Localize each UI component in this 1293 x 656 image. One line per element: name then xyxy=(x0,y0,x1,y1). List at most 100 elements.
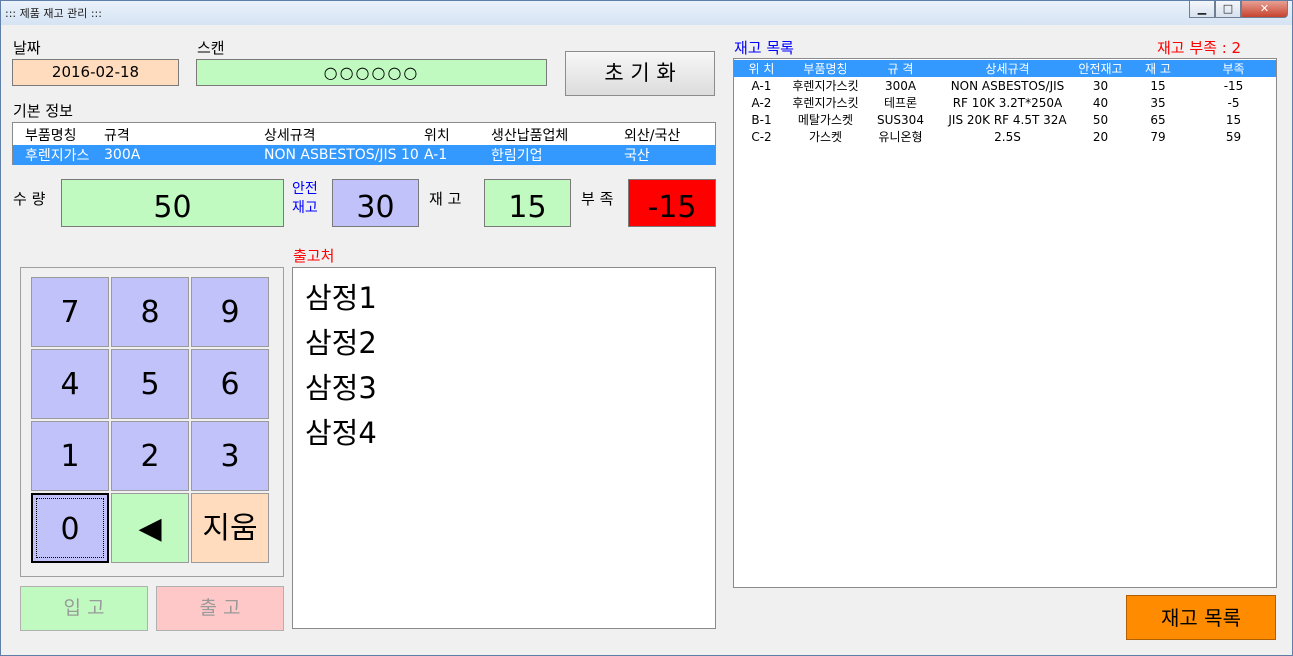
inv-col-location: 위 치 xyxy=(734,60,789,77)
destination-item[interactable]: 삼정3 xyxy=(305,366,377,411)
cell-detail-spec: NON ASBESTOS/JIS 10 xyxy=(264,145,424,165)
destination-label: 출고처 xyxy=(293,247,335,265)
inv-cell: 후렌지가스킷 xyxy=(792,79,859,93)
reset-button[interactable]: 초 기 화 xyxy=(565,51,715,96)
shortage-count: 재고 부족 : 2 xyxy=(1157,39,1242,57)
inventory-row[interactable]: A-1 후렌지가스킷 300A NON ASBESTOS/JIS 30 15 -… xyxy=(734,77,1276,94)
inv-cell: 15 xyxy=(1225,112,1242,127)
col-part-name: 부품명칭 xyxy=(25,128,77,144)
inv-col-shortage: 부족 xyxy=(1191,60,1276,77)
date-label: 날짜 xyxy=(13,39,41,57)
minimize-button[interactable]: ▁ xyxy=(1189,1,1215,18)
inv-cell: -15 xyxy=(1223,78,1244,93)
quantity-label: 수 량 xyxy=(13,190,46,208)
inv-cell: 79 xyxy=(1150,129,1166,144)
inv-cell: 가스켓 xyxy=(808,130,843,144)
inv-cell: SUS304 xyxy=(877,112,924,127)
main-window: ::: 제품 재고 관리 ::: ▁ □ ✕ 날짜 2016-02-18 스캔 … xyxy=(0,0,1293,656)
inventory-list[interactable]: 위 치 부품명칭 규 격 상세규격 안전재고 재 고 부족 A-1 후렌지가스킷… xyxy=(733,58,1277,588)
key-1[interactable]: 1 xyxy=(31,421,109,491)
cell-location: A-1 xyxy=(424,145,491,165)
key-3[interactable]: 3 xyxy=(191,421,269,491)
window-title: ::: 제품 재고 관리 ::: xyxy=(5,7,102,20)
inventory-list-button[interactable]: 재고 목록 xyxy=(1126,595,1276,640)
shortage-field: -15 xyxy=(628,179,716,227)
cell-spec: 300A xyxy=(104,145,264,165)
shortage-label: 부 족 xyxy=(581,190,614,208)
inv-cell: 65 xyxy=(1150,112,1166,127)
inventory-title: 재고 목록 xyxy=(734,39,794,57)
key-6[interactable]: 6 xyxy=(191,349,269,419)
title-bar: ::: 제품 재고 관리 ::: ▁ □ ✕ xyxy=(1,1,1292,25)
key-8[interactable]: 8 xyxy=(111,277,189,347)
inv-cell: JIS 20K RF 4.5T 32A xyxy=(948,112,1067,127)
inventory-row[interactable]: C-2 가스켓 유니온형 2.5S 20 79 59 xyxy=(734,128,1276,145)
key-0[interactable]: 0 xyxy=(31,493,109,563)
inv-cell: 테프론 xyxy=(883,96,918,110)
clear-key[interactable]: 지움 xyxy=(191,493,269,563)
inv-cell: 메탈가스켓 xyxy=(797,113,854,127)
inv-cell: 후렌지가스킷 xyxy=(792,96,859,110)
inventory-header: 위 치 부품명칭 규 격 상세규격 안전재고 재 고 부족 xyxy=(734,60,1276,77)
key-5[interactable]: 5 xyxy=(111,349,189,419)
safety-stock-label-line2: 재고 xyxy=(292,200,318,216)
inv-cell: A-1 xyxy=(751,78,772,93)
inv-col-detail-spec: 상세규격 xyxy=(939,60,1076,77)
col-origin: 외산/국산 xyxy=(624,128,681,144)
inv-cell: 40 xyxy=(1092,95,1109,110)
col-location: 위치 xyxy=(424,128,450,144)
col-supplier: 생산납품업체 xyxy=(491,128,569,144)
inv-cell: 30 xyxy=(1092,78,1109,93)
inv-cell: B-1 xyxy=(751,112,772,127)
basic-info-row-selected[interactable]: 후렌지가스 300A NON ASBESTOS/JIS 10 A-1 한림기업 … xyxy=(13,145,715,165)
inv-cell: 35 xyxy=(1150,95,1166,110)
col-spec: 규격 xyxy=(104,128,130,144)
inv-cell: 59 xyxy=(1225,129,1242,144)
basic-info-list[interactable]: 부품명칭 규격 상세규격 위치 생산납품업체 외산/국산 후렌지가스 300A … xyxy=(12,122,716,165)
inv-cell: 300A xyxy=(884,78,917,93)
safety-stock-label: 안전 재고 xyxy=(292,180,318,218)
key-4[interactable]: 4 xyxy=(31,349,109,419)
inventory-row[interactable]: B-1 메탈가스켓 SUS304 JIS 20K RF 4.5T 32A 50 … xyxy=(734,111,1276,128)
date-field[interactable]: 2016-02-18 xyxy=(12,59,179,86)
maximize-button[interactable]: □ xyxy=(1215,1,1241,18)
inv-cell: C-2 xyxy=(751,129,772,144)
basic-info-label: 기본 정보 xyxy=(13,102,73,120)
inv-cell: 20 xyxy=(1092,129,1109,144)
col-detail-spec: 상세규격 xyxy=(264,128,316,144)
destination-item[interactable]: 삼정1 xyxy=(305,276,377,321)
destination-item[interactable]: 삼정2 xyxy=(305,321,377,366)
key-2[interactable]: 2 xyxy=(111,421,189,491)
key-7[interactable]: 7 xyxy=(31,277,109,347)
inv-cell: -5 xyxy=(1227,95,1240,110)
inv-cell: 2.5S xyxy=(994,129,1021,144)
destination-list[interactable]: 삼정1 삼정2 삼정3 삼정4 xyxy=(292,267,716,629)
basic-info-header: 부품명칭 규격 상세규격 위치 생산납품업체 외산/국산 xyxy=(13,125,715,145)
close-button[interactable]: ✕ xyxy=(1241,1,1288,18)
quantity-field[interactable]: 50 xyxy=(61,179,284,227)
key-9[interactable]: 9 xyxy=(191,277,269,347)
inv-col-stock: 재 고 xyxy=(1125,60,1191,77)
cell-part-name: 후렌지가스 xyxy=(13,145,104,165)
inv-col-spec: 규 격 xyxy=(862,60,939,77)
keypad: 7 8 9 4 5 6 1 2 3 0 ◀ 지움 xyxy=(20,267,284,577)
inv-cell: 유니온형 xyxy=(878,130,923,144)
inventory-row[interactable]: A-2 후렌지가스킷 테프론 RF 10K 3.2T*250A 40 35 -5 xyxy=(734,94,1276,111)
inv-cell: RF 10K 3.2T*250A xyxy=(952,95,1063,110)
scan-label: 스캔 xyxy=(197,39,225,57)
stock-out-button[interactable]: 출 고 xyxy=(156,586,284,631)
backspace-icon[interactable]: ◀ xyxy=(111,493,189,563)
inv-cell: 15 xyxy=(1150,78,1166,93)
stock-in-button[interactable]: 입 고 xyxy=(20,586,148,631)
inv-cell: A-2 xyxy=(751,95,772,110)
inv-col-safety-stock: 안전재고 xyxy=(1076,60,1125,77)
inv-col-part-name: 부품명칭 xyxy=(789,60,862,77)
stock-field: 15 xyxy=(484,179,571,227)
cell-origin: 국산 xyxy=(624,145,715,165)
inv-cell: NON ASBESTOS/JIS xyxy=(950,78,1065,93)
destination-item[interactable]: 삼정4 xyxy=(305,411,377,456)
safety-stock-label-line1: 안전 xyxy=(292,181,318,197)
cell-supplier: 한림기업 xyxy=(491,145,624,165)
stock-label: 재 고 xyxy=(429,190,462,208)
scan-input[interactable]: ○○○○○○ xyxy=(196,59,547,86)
